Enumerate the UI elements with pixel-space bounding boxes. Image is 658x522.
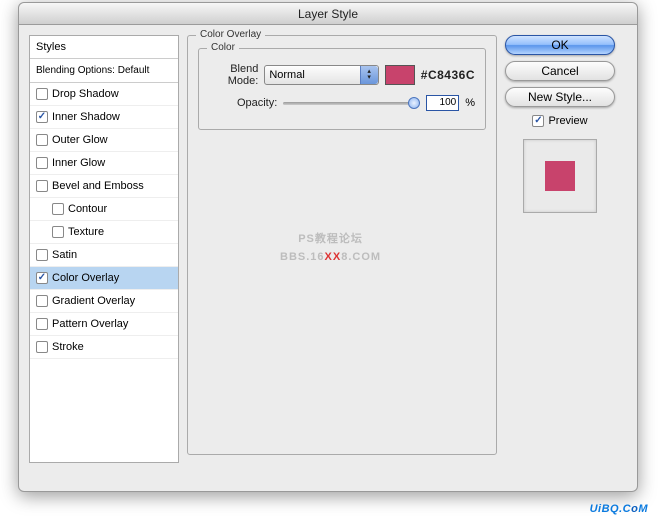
style-item-stroke[interactable]: Stroke xyxy=(30,336,178,359)
preview-checkbox[interactable] xyxy=(532,115,544,127)
style-item-label: Bevel and Emboss xyxy=(52,180,144,192)
style-item-label: Outer Glow xyxy=(52,134,108,146)
style-checkbox[interactable] xyxy=(52,203,64,215)
style-item-inner-glow[interactable]: Inner Glow xyxy=(30,152,178,175)
blend-mode-select[interactable]: Normal xyxy=(264,65,378,85)
right-button-column: OK Cancel New Style... Preview xyxy=(505,35,615,463)
style-checkbox[interactable] xyxy=(36,249,48,261)
style-checkbox[interactable] xyxy=(36,272,48,284)
style-item-label: Contour xyxy=(68,203,107,215)
style-item-gradient-overlay[interactable]: Gradient Overlay xyxy=(30,290,178,313)
ok-button[interactable]: OK xyxy=(505,35,615,55)
opacity-input[interactable]: 100 xyxy=(426,95,459,111)
updown-arrows-icon xyxy=(360,66,378,84)
styles-header[interactable]: Styles xyxy=(30,36,178,59)
color-swatch[interactable] xyxy=(385,65,415,85)
style-item-label: Color Overlay xyxy=(52,272,119,284)
style-item-bevel-and-emboss[interactable]: Bevel and Emboss xyxy=(30,175,178,198)
slider-track xyxy=(283,102,420,105)
style-item-label: Drop Shadow xyxy=(52,88,119,100)
style-item-label: Inner Shadow xyxy=(52,111,120,123)
opacity-label: Opacity: xyxy=(209,97,277,109)
style-item-texture[interactable]: Texture xyxy=(30,221,178,244)
style-item-inner-shadow[interactable]: Inner Shadow xyxy=(30,106,178,129)
color-group-legend: Color xyxy=(207,42,239,53)
style-checkbox[interactable] xyxy=(52,226,64,238)
slider-thumb[interactable] xyxy=(408,97,420,109)
style-item-label: Texture xyxy=(68,226,104,238)
style-checkbox[interactable] xyxy=(36,341,48,353)
style-item-satin[interactable]: Satin xyxy=(30,244,178,267)
cancel-button[interactable]: Cancel xyxy=(505,61,615,81)
style-item-label: Inner Glow xyxy=(52,157,105,169)
style-item-label: Pattern Overlay xyxy=(52,318,128,330)
color-overlay-legend: Color Overlay xyxy=(196,29,265,40)
opacity-slider[interactable] xyxy=(283,96,420,110)
blending-options[interactable]: Blending Options: Default xyxy=(30,59,178,83)
preview-label: Preview xyxy=(548,115,587,127)
style-checkbox[interactable] xyxy=(36,157,48,169)
style-item-outer-glow[interactable]: Outer Glow xyxy=(30,129,178,152)
style-checkbox[interactable] xyxy=(36,134,48,146)
style-item-label: Gradient Overlay xyxy=(52,295,135,307)
style-checkbox[interactable] xyxy=(36,88,48,100)
style-item-contour[interactable]: Contour xyxy=(30,198,178,221)
style-item-label: Satin xyxy=(52,249,77,261)
brand-logo: UiBQ.CoM xyxy=(590,492,648,518)
dialog-title: Layer Style xyxy=(19,3,637,25)
blend-mode-label: Blend Mode: xyxy=(209,63,258,87)
style-item-drop-shadow[interactable]: Drop Shadow xyxy=(30,83,178,106)
layer-style-dialog: Layer Style Styles Blending Options: Def… xyxy=(18,2,638,492)
preview-box xyxy=(523,139,597,213)
blend-mode-value: Normal xyxy=(269,69,304,81)
new-style-button[interactable]: New Style... xyxy=(505,87,615,107)
preview-swatch xyxy=(545,161,575,191)
hex-readout: #C8436C xyxy=(421,68,475,82)
style-checkbox[interactable] xyxy=(36,180,48,192)
style-checkbox[interactable] xyxy=(36,111,48,123)
settings-panel: Color Overlay Color Blend Mode: Normal #… xyxy=(187,35,497,463)
opacity-unit: % xyxy=(465,97,475,109)
style-item-color-overlay[interactable]: Color Overlay xyxy=(30,267,178,290)
style-item-pattern-overlay[interactable]: Pattern Overlay xyxy=(30,313,178,336)
style-item-label: Stroke xyxy=(52,341,84,353)
styles-list-panel: Styles Blending Options: Default Drop Sh… xyxy=(29,35,179,463)
style-checkbox[interactable] xyxy=(36,318,48,330)
style-checkbox[interactable] xyxy=(36,295,48,307)
